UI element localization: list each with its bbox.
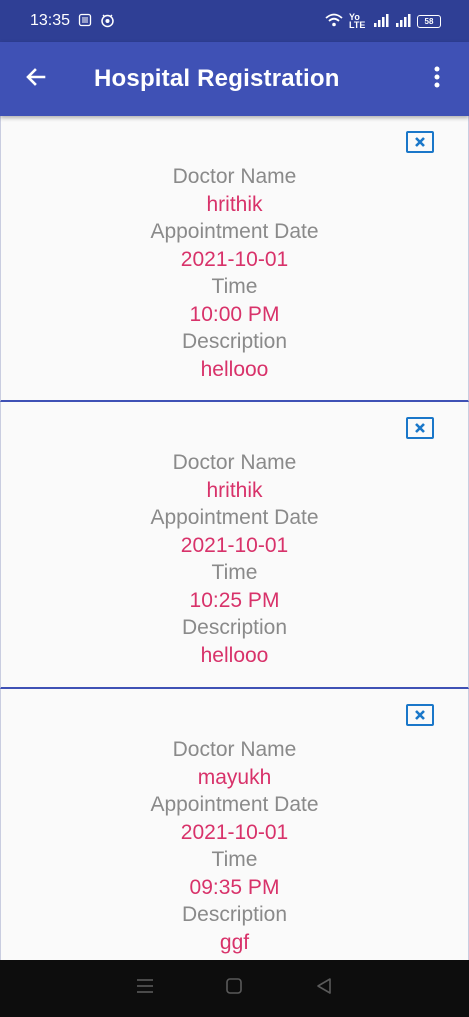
status-time: 13:35 — [30, 12, 71, 29]
arrow-left-icon — [24, 65, 48, 94]
status-bar: 13:35 Yo LTE 58 — [0, 0, 469, 42]
back-button[interactable] — [0, 42, 72, 116]
doctor-name-value: hrithik — [206, 192, 263, 216]
description-value: hellooo — [200, 643, 269, 667]
home-nav-icon — [225, 977, 243, 1000]
time-value: 10:25 PM — [189, 588, 280, 612]
appointment-date-label: Appointment Date — [150, 220, 319, 243]
signal-icon-2 — [395, 13, 411, 29]
time-value: 10:00 PM — [189, 302, 280, 326]
sim-card-icon — [78, 13, 92, 29]
time-label: Time — [211, 848, 258, 871]
appointment-list[interactable]: Doctor Name hrithik Appointment Date 202… — [0, 116, 469, 960]
overflow-menu-button[interactable] — [405, 42, 469, 116]
description-value: hellooo — [200, 357, 269, 381]
signal-icon — [373, 13, 389, 29]
menu-nav-icon — [136, 978, 154, 999]
back-nav-button[interactable] — [304, 969, 344, 1009]
volte-icon: Yo LTE — [349, 12, 366, 30]
appointment-card: Doctor Name hrithik Appointment Date 202… — [0, 402, 469, 689]
page-title: Hospital Registration — [94, 65, 340, 92]
wifi-icon — [325, 13, 343, 29]
description-label: Description — [181, 330, 288, 353]
home-button[interactable] — [214, 969, 254, 1009]
appointment-date-label: Appointment Date — [150, 793, 319, 816]
appointment-details: Doctor Name mayukh Appointment Date 2021… — [1, 689, 468, 956]
doctor-name-label: Doctor Name — [172, 738, 297, 761]
appointment-card: Doctor Name hrithik Appointment Date 202… — [0, 116, 469, 402]
appointment-card: Doctor Name mayukh Appointment Date 2021… — [0, 689, 469, 960]
close-box-icon[interactable] — [406, 704, 434, 726]
time-label: Time — [211, 275, 258, 298]
battery-level: 58 — [424, 16, 434, 26]
close-box-icon[interactable] — [406, 417, 434, 439]
description-label: Description — [181, 616, 288, 639]
close-box-icon[interactable] — [406, 131, 434, 153]
time-label: Time — [211, 561, 258, 584]
description-value: ggf — [219, 930, 250, 954]
battery-icon: 58 — [417, 14, 441, 28]
time-value: 09:35 PM — [189, 875, 280, 899]
appointment-date-value: 2021-10-01 — [180, 533, 289, 557]
description-label: Description — [181, 903, 288, 926]
notification-icon — [100, 13, 115, 30]
appointment-details: Doctor Name hrithik Appointment Date 202… — [1, 402, 468, 669]
system-nav-bar — [0, 960, 469, 1017]
appointment-details: Doctor Name hrithik Appointment Date 202… — [1, 116, 468, 383]
app-bar: Hospital Registration — [0, 42, 469, 116]
recents-button[interactable] — [125, 969, 165, 1009]
doctor-name-value: mayukh — [197, 765, 272, 789]
doctor-name-value: hrithik — [206, 478, 263, 502]
appointment-date-value: 2021-10-01 — [180, 820, 289, 844]
more-vert-icon — [434, 65, 440, 94]
doctor-name-label: Doctor Name — [172, 165, 297, 188]
appointment-date-label: Appointment Date — [150, 506, 319, 529]
back-nav-icon — [315, 977, 333, 1000]
doctor-name-label: Doctor Name — [172, 451, 297, 474]
status-left: 13:35 — [30, 12, 115, 30]
appointment-date-value: 2021-10-01 — [180, 247, 289, 271]
status-right: Yo LTE 58 — [325, 12, 441, 30]
